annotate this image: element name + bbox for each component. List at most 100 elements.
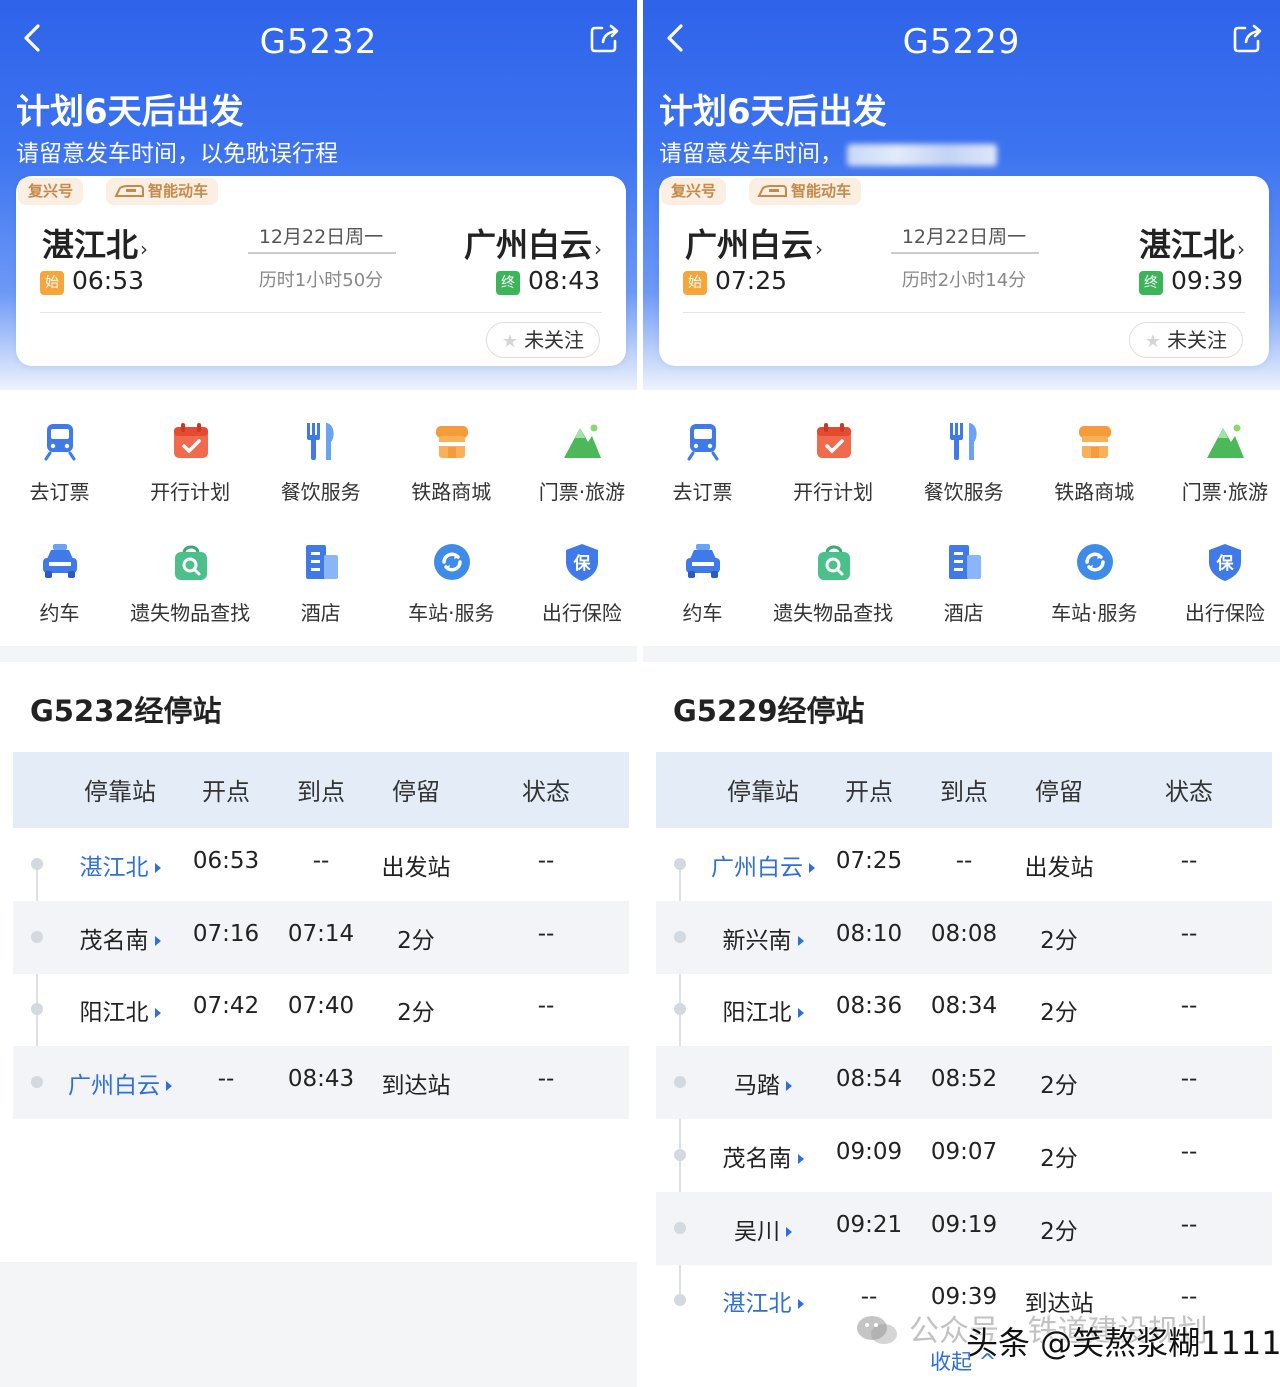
stop-depart: 07:42 bbox=[192, 993, 260, 1020]
service-insurance[interactable]: 保出行保险 bbox=[518, 511, 637, 625]
author-credit: 头条 @笑熬浆糊1111 bbox=[966, 1324, 1280, 1362]
departure-countdown: 计划6天后出发 bbox=[16, 92, 244, 132]
stop-status: -- bbox=[537, 993, 555, 1020]
section-gap bbox=[643, 646, 1280, 662]
service-book-ticket[interactable]: 去订票 bbox=[0, 390, 123, 504]
stop-depart: 09:09 bbox=[835, 1138, 903, 1165]
header-status: 状态 bbox=[522, 778, 570, 806]
tag-fuxing: 复兴号 bbox=[661, 178, 727, 205]
service-station[interactable]: 车站·服务 bbox=[1031, 511, 1158, 625]
stop-name-text: 广州白云 bbox=[68, 1073, 160, 1100]
car-icon bbox=[682, 541, 724, 583]
caret-right-icon bbox=[809, 863, 815, 873]
to-station-name: 湛江北 bbox=[1138, 226, 1235, 264]
travel-date: 12月22日周一 bbox=[258, 226, 384, 248]
collapse-button[interactable]: 收起 ^ bbox=[930, 1346, 996, 1376]
service-label: 门票·旅游 bbox=[538, 480, 626, 504]
service-tickets-travel[interactable]: 门票·旅游 bbox=[518, 390, 637, 504]
service-ride[interactable]: 约车 bbox=[643, 511, 766, 625]
from-station[interactable]: 湛江北 › bbox=[42, 220, 148, 266]
service-lost-found[interactable]: 遗失物品查找 bbox=[127, 511, 254, 625]
stop-row[interactable]: 阳江北 07:42 07:40 2分 -- bbox=[13, 973, 629, 1046]
service-station[interactable]: 车站·服务 bbox=[388, 511, 515, 625]
follow-button[interactable]: ★ 未关注 bbox=[1129, 322, 1243, 358]
stops-section-title: G5232经停站 bbox=[30, 694, 222, 728]
stop-name-text: 马踏 bbox=[734, 1073, 780, 1100]
depart-time-value: 06:53 bbox=[72, 266, 145, 295]
departure-reminder-text: 请留意发车时间，以免耽误行程 bbox=[16, 141, 338, 167]
service-dining[interactable]: 餐饮服务 bbox=[257, 390, 384, 504]
service-insurance[interactable]: 保出行保险 bbox=[1161, 511, 1280, 625]
stop-row[interactable]: 湛江北 06:53 -- 出发站 -- bbox=[13, 828, 629, 901]
service-schedule[interactable]: 开行计划 bbox=[127, 390, 254, 504]
stop-row[interactable]: 吴川 09:21 09:19 2分 -- bbox=[656, 1191, 1272, 1265]
depart-time-value: 07:25 bbox=[715, 266, 788, 295]
stop-depart: 09:21 bbox=[835, 1211, 903, 1238]
service-tickets-travel[interactable]: 门票·旅游 bbox=[1161, 390, 1280, 504]
mountain-icon bbox=[1204, 420, 1246, 462]
service-schedule[interactable]: 开行计划 bbox=[770, 390, 897, 504]
to-station[interactable]: 广州白云 › bbox=[464, 220, 602, 266]
panel-right: G5229 计划6天后出发 请留意发车时间， 复兴号 智能动车 广州白云 › 湛江北 › 始 07:… bbox=[643, 0, 1280, 1387]
stop-status: -- bbox=[1180, 993, 1198, 1020]
travel-duration: 历时2小时14分 bbox=[901, 270, 1027, 291]
service-dining[interactable]: 餐饮服务 bbox=[900, 390, 1027, 504]
from-station[interactable]: 广州白云 › bbox=[685, 220, 823, 266]
stop-row[interactable]: 新兴南 08:10 08:08 2分 -- bbox=[656, 900, 1272, 974]
caret-right-icon bbox=[786, 1226, 792, 1237]
stop-row[interactable]: 广州白云 07:25 -- 出发站 -- bbox=[656, 828, 1272, 901]
service-hotel[interactable]: 酒店 bbox=[900, 511, 1027, 625]
stop-status: -- bbox=[537, 848, 555, 874]
service-label: 约车 bbox=[682, 601, 723, 625]
service-label: 开行计划 bbox=[793, 480, 874, 504]
service-lost-found[interactable]: 遗失物品查找 bbox=[770, 511, 897, 625]
train-number-title: G5232 bbox=[259, 22, 378, 62]
panel-left: G5232 计划6天后出发 请留意发车时间，以免耽误行程 复兴号 智能动车 湛江北 › 广州白… bbox=[0, 0, 637, 1387]
from-station-name: 湛江北 bbox=[42, 226, 139, 264]
stop-row[interactable]: 茂名南 09:09 09:07 2分 -- bbox=[656, 1119, 1272, 1192]
header-stay: 停留 bbox=[392, 778, 440, 806]
header-stay: 停留 bbox=[1035, 778, 1083, 806]
hotel-icon bbox=[943, 541, 985, 583]
service-hotel[interactable]: 酒店 bbox=[257, 511, 384, 625]
service-label: 车站·服务 bbox=[1051, 601, 1138, 625]
to-station[interactable]: 湛江北 › bbox=[1139, 220, 1245, 266]
from-station-name: 广州白云 bbox=[685, 226, 814, 264]
mountain-icon bbox=[561, 420, 603, 462]
arrive-time: 终 08:43 bbox=[495, 266, 600, 295]
stop-row[interactable]: 茂名南 07:16 07:14 2分 -- bbox=[13, 900, 629, 974]
caret-right-icon bbox=[154, 1008, 161, 1019]
stop-arrive: 07:14 bbox=[287, 920, 355, 947]
start-badge: 始 bbox=[683, 271, 707, 295]
stop-depart: -- bbox=[217, 1066, 235, 1093]
stop-status: -- bbox=[1180, 1138, 1198, 1165]
stop-row[interactable]: 广州白云 -- 08:43 到达站 -- bbox=[13, 1046, 629, 1120]
stop-stay: 出发站 bbox=[1024, 855, 1094, 881]
stop-status: -- bbox=[1180, 1211, 1198, 1238]
stop-arrive: 08:52 bbox=[930, 1066, 998, 1093]
stop-row[interactable]: 阳江北 08:36 08:34 2分 -- bbox=[656, 973, 1272, 1046]
stop-row[interactable]: 马踏 08:54 08:52 2分 -- bbox=[656, 1046, 1272, 1120]
service-mall[interactable]: 铁路商城 bbox=[1031, 390, 1158, 504]
service-label: 约车 bbox=[39, 601, 80, 625]
service-ride[interactable]: 约车 bbox=[0, 511, 123, 625]
caret-right-icon bbox=[786, 1081, 792, 1092]
service-book-ticket[interactable]: 去订票 bbox=[643, 390, 766, 504]
follow-button[interactable]: ★ 未关注 bbox=[486, 322, 600, 358]
car-icon bbox=[39, 541, 81, 583]
tag-smart-emu: 智能动车 bbox=[106, 178, 219, 205]
card-divider bbox=[683, 312, 1245, 313]
service-label: 出行保险 bbox=[1184, 601, 1265, 625]
empty-area bbox=[0, 1262, 637, 1387]
service-label: 酒店 bbox=[943, 601, 984, 625]
departure-reminder: 请留意发车时间，以免耽误行程 bbox=[16, 134, 338, 168]
share-icon[interactable] bbox=[1232, 22, 1264, 54]
tag-smart-emu: 智能动车 bbox=[749, 178, 862, 205]
service-mall[interactable]: 铁路商城 bbox=[388, 390, 515, 504]
bullet-train-icon bbox=[114, 180, 144, 197]
service-label: 铁路商城 bbox=[1054, 480, 1135, 504]
service-label: 遗失物品查找 bbox=[773, 601, 894, 625]
star-icon: ★ bbox=[501, 331, 519, 352]
share-icon[interactable] bbox=[589, 22, 621, 54]
stop-status: -- bbox=[1180, 1066, 1198, 1093]
